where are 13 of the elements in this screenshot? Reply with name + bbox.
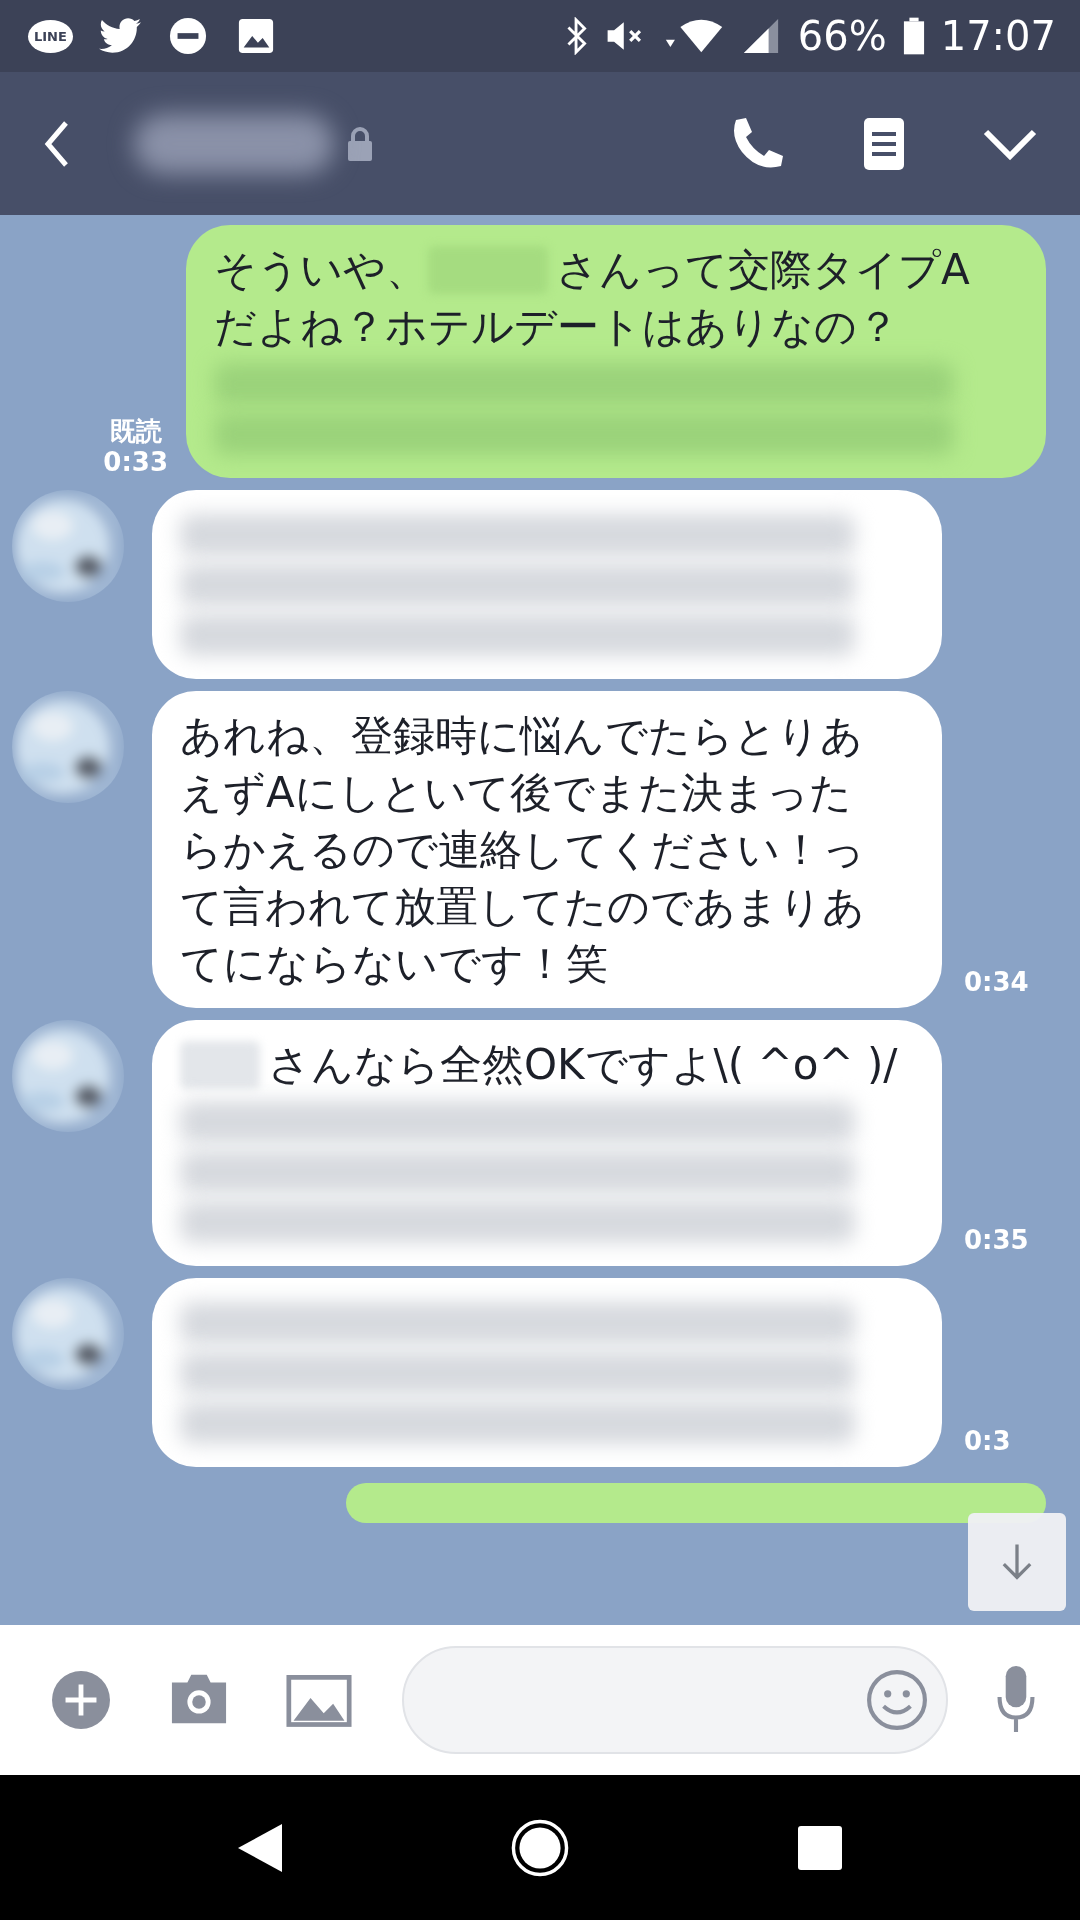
message-time: 0:3 — [964, 1425, 1011, 1457]
message-text: さんって交際タイプA — [556, 244, 970, 296]
message-time: 0:34 — [964, 966, 1029, 998]
message-time: 0:35 — [964, 1224, 1029, 1256]
line-app-icon: LINE — [28, 19, 73, 53]
clock-time: 17:07 — [940, 13, 1056, 59]
message-text: だよね？ホテルデートはありなの？ — [214, 301, 900, 353]
message-text: あれね、登録時に悩んでたらとりあえずAにしといて後でまた決まったらかえるので連絡してください！って言われて放置してたのであまりあてにならないです！笑 — [180, 710, 866, 990]
message-text: そういや、 — [214, 244, 428, 296]
battery-percent: 66% — [797, 13, 887, 59]
read-receipt: 既読 — [109, 415, 162, 447]
message-time: 0:33 — [103, 446, 168, 478]
message-text: さんなら全然OKですよ\( ^o^ )/ — [268, 1039, 898, 1091]
